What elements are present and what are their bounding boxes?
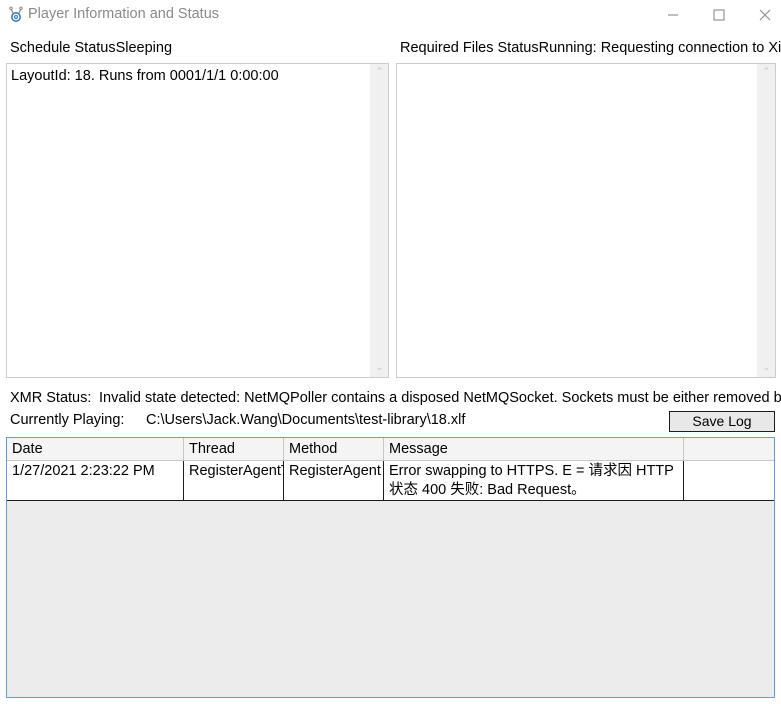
- column-header-message[interactable]: Message: [384, 438, 684, 460]
- currently-playing-value: C:\Users\Jack.Wang\Documents\test-librar…: [146, 412, 466, 428]
- schedule-status-text: LayoutId: 18. Runs from 0001/1/1 0:00:00: [11, 68, 279, 84]
- scroll-up-icon[interactable]: ⌃: [758, 64, 775, 81]
- required-files-scrollbar[interactable]: ⌃ ⌄: [757, 64, 775, 377]
- required-files-status-label: Required Files StatusRunning: Requesting…: [400, 40, 781, 56]
- window-title: Player Information and Status: [28, 6, 220, 22]
- required-files-textbox[interactable]: ⌃ ⌄: [396, 63, 776, 378]
- required-files-text: [397, 64, 758, 377]
- maximize-icon: [713, 9, 725, 21]
- column-header-date[interactable]: Date: [7, 438, 184, 460]
- cell-method: RegisterAgent -: [284, 461, 384, 500]
- cell-date: 1/27/2021 2:23:22 PM: [7, 461, 184, 500]
- log-grid-empty-area: [7, 501, 774, 697]
- column-header-extra[interactable]: [684, 438, 774, 460]
- schedule-scrollbar[interactable]: ⌃ ⌄: [370, 64, 388, 377]
- save-log-button[interactable]: Save Log: [669, 411, 775, 432]
- scroll-down-icon[interactable]: ⌄: [758, 360, 775, 377]
- close-button[interactable]: [742, 0, 781, 30]
- column-header-method[interactable]: Method: [284, 438, 384, 460]
- xibo-player-icon: [6, 4, 26, 24]
- table-row[interactable]: 1/27/2021 2:23:22 PM RegisterAgentTh Reg…: [7, 461, 774, 501]
- close-icon: [759, 9, 771, 21]
- title-bar: Player Information and Status: [0, 0, 781, 30]
- minimize-icon: [668, 14, 678, 16]
- currently-playing-row: Currently Playing: C:\Users\Jack.Wang\Do…: [10, 411, 465, 429]
- xmr-status-value: Invalid state detected: NetMQPoller cont…: [99, 390, 781, 406]
- cell-extra: [684, 461, 774, 500]
- scroll-down-icon[interactable]: ⌄: [371, 360, 388, 377]
- player-information-window: Player Information and Status Schedule S…: [0, 0, 781, 704]
- maximize-button[interactable]: [696, 0, 742, 30]
- column-header-thread[interactable]: Thread: [184, 438, 284, 460]
- cell-thread: RegisterAgentTh: [184, 461, 284, 500]
- minimize-button[interactable]: [650, 0, 696, 30]
- schedule-status-textbox[interactable]: LayoutId: 18. Runs from 0001/1/1 0:00:00…: [6, 63, 389, 378]
- currently-playing-label: Currently Playing:: [10, 412, 125, 428]
- log-grid-header: Date Thread Method Message: [7, 438, 774, 461]
- cell-message: Error swapping to HTTPS. E = 请求因 HTTP 状态…: [384, 461, 684, 500]
- log-grid[interactable]: Date Thread Method Message 1/27/2021 2:2…: [6, 437, 775, 698]
- scroll-up-icon[interactable]: ⌃: [371, 64, 388, 81]
- schedule-status-label: Schedule StatusSleeping: [10, 40, 173, 56]
- xmr-status-label: XMR Status:: [10, 390, 92, 406]
- xmr-status-row: XMR Status: Invalid state detected: NetM…: [10, 389, 781, 407]
